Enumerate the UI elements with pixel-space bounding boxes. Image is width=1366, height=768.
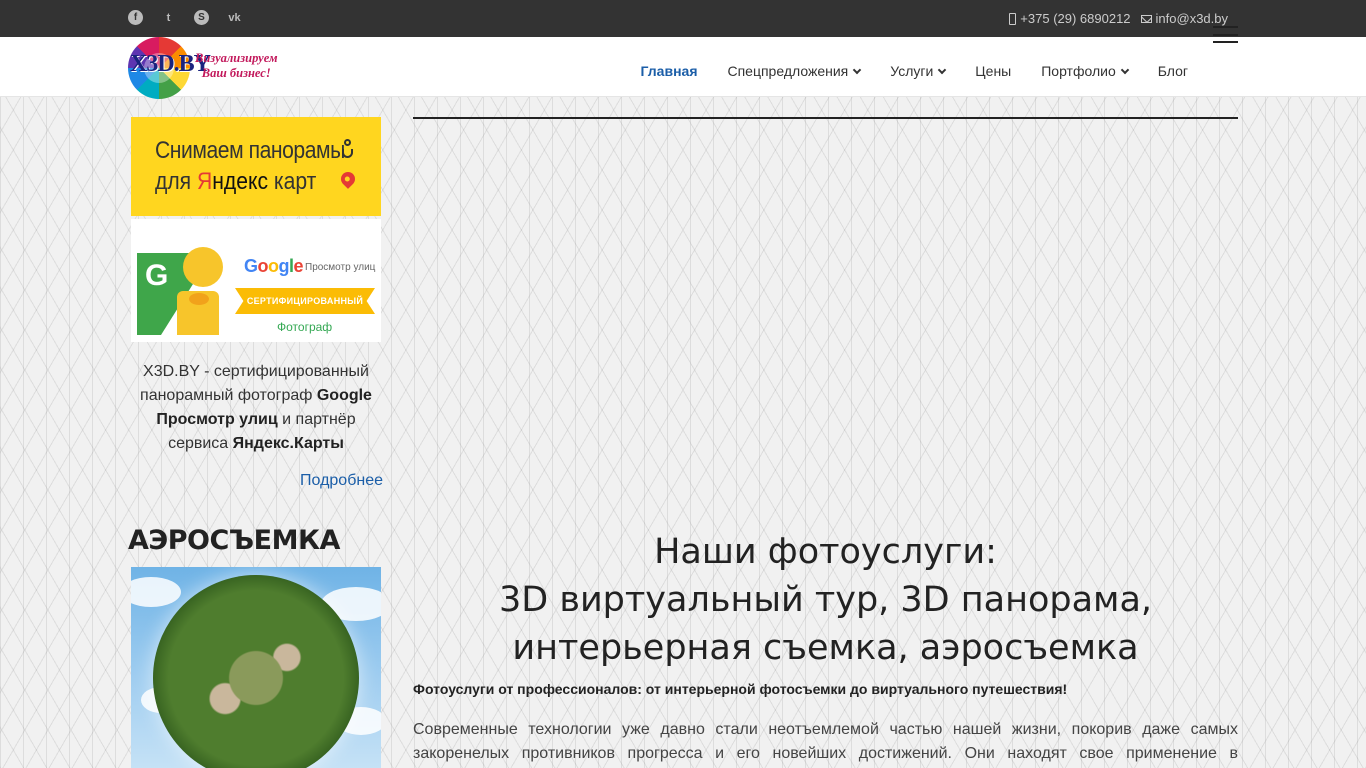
slogan-line-1: Визуализируем [195, 51, 278, 65]
sidebar-text-bold: Яндекс.Карты [232, 435, 344, 452]
phone-icon [1009, 12, 1017, 25]
street-view-icon: G [137, 247, 223, 335]
yandex-banner[interactable]: Снимаем панорамы для Яндекс карт [131, 117, 381, 216]
nav-item-services[interactable]: Услуги [890, 63, 947, 79]
nav-item-blog[interactable]: Блог [1158, 63, 1188, 79]
phone-contact[interactable]: +375 (29) 6890212 [1009, 11, 1131, 26]
nav-label: Услуги [890, 63, 934, 79]
top-bar: f t S vk +375 (29) 6890212 info@x3d.by [0, 0, 1366, 37]
person-icon [339, 139, 357, 163]
page-title-line: интерьерная съемка, аэросъемка [512, 628, 1139, 668]
more-link[interactable]: Подробнее [300, 472, 383, 490]
google-letter: e [293, 256, 304, 276]
street-view-g: G [145, 259, 169, 292]
page-title: Наши фотоуслуги: 3D виртуальный тур, 3D … [413, 528, 1238, 672]
social-links: f t S vk [128, 10, 242, 25]
nav-item-special-offers[interactable]: Спецпредложения [727, 63, 862, 79]
yandex-brand-rest: ндекс [212, 168, 268, 195]
envelope-icon [1140, 14, 1152, 23]
google-sub: Просмотр улиц [305, 262, 376, 273]
site-logo[interactable]: X3D.BY Визуализируем Ваш бизнес! [128, 37, 318, 99]
sidebar-description: X3D.BY - сертифицированный панорамный фо… [131, 360, 381, 456]
nav-label: Главная [640, 63, 698, 79]
yandex-brand: Яндекс [197, 168, 268, 195]
certified-ribbon: СЕРТИФИЦИРОВАННЫЙ [235, 288, 375, 314]
google-letter: o [257, 256, 269, 276]
facebook-icon[interactable]: f [128, 10, 143, 25]
vk-icon[interactable]: vk [227, 10, 242, 25]
chevron-down-icon [852, 65, 862, 74]
aerial-section-title: АЭРОСЪЕМКА [128, 525, 340, 556]
nav-item-prices[interactable]: Цены [975, 63, 1011, 79]
email-address[interactable]: info@x3d.by [1156, 11, 1228, 26]
chevron-down-icon [938, 65, 947, 74]
content-divider [413, 117, 1238, 119]
aerial-photo[interactable] [131, 567, 381, 768]
skype-icon[interactable]: S [194, 10, 209, 25]
hamburger-menu-icon[interactable] [1213, 26, 1238, 43]
main-nav: Главная Спецпредложения Услуги Цены Порт… [641, 63, 1188, 79]
nav-label: Портфолио [1041, 63, 1116, 79]
google-letter: o [268, 256, 279, 276]
page-title-line: 3D виртуальный тур, 3D панорама, [498, 580, 1153, 620]
yandex-banner-line-1: Снимаем панорамы [155, 137, 345, 164]
email-contact[interactable]: info@x3d.by [1140, 11, 1228, 26]
yandex-brand-first: Я [196, 168, 213, 195]
nav-label: Блог [1157, 63, 1188, 79]
photographer-label: Фотограф [277, 320, 333, 334]
google-letter: g [278, 256, 290, 276]
google-logo: Google [244, 256, 304, 277]
chevron-down-icon [1120, 65, 1129, 74]
nav-label: Цены [975, 63, 1012, 79]
tiny-planet-image [153, 575, 359, 768]
page-title-line: Наши фотоуслуги: [654, 532, 997, 572]
page-subtitle: Фотоуслуги от профессионалов: от интерье… [413, 681, 1068, 697]
google-street-view-banner[interactable]: G Google Просмотр улиц СЕРТИФИЦИРОВАННЫЙ… [131, 219, 381, 342]
twitter-icon[interactable]: t [161, 10, 176, 25]
map-pin-icon [338, 169, 358, 189]
phone-number[interactable]: +375 (29) 6890212 [1020, 11, 1130, 26]
nav-label: Спецпредложения [727, 63, 849, 79]
yandex-banner-line-2: для Яндекс карт [155, 168, 316, 196]
site-header: X3D.BY Визуализируем Ваш бизнес! Главная… [0, 37, 1366, 99]
intro-paragraph: Современные технологии уже давно стали н… [413, 721, 1238, 762]
nav-item-home[interactable]: Главная [641, 63, 698, 79]
nav-item-portfolio[interactable]: Портфолио [1041, 63, 1129, 79]
logo-slogan: Визуализируем Ваш бизнес! [195, 51, 278, 81]
slogan-line-2: Ваш бизнес! [201, 66, 271, 80]
yandex-prefix: для [155, 168, 192, 195]
google-letter: G [244, 256, 258, 276]
yandex-suffix: карт [273, 168, 317, 195]
contacts: +375 (29) 6890212 info@x3d.by [1009, 11, 1228, 26]
